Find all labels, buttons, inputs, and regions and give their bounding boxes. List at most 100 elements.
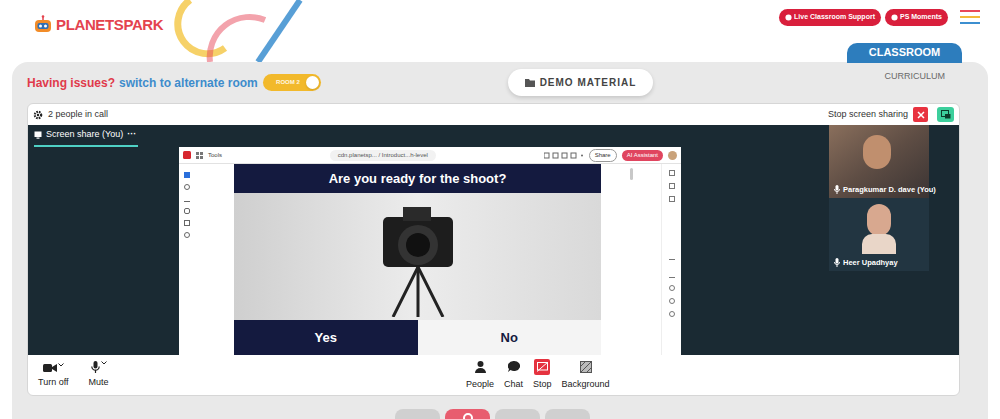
- icon-box: [534, 359, 550, 375]
- toolbar-button[interactable]: [395, 409, 440, 419]
- header: PLANETSPARK Live Classroom Support PS Mo…: [0, 0, 1000, 62]
- camera-icon: [363, 197, 473, 317]
- call-panel: 2 people in call Stop screen sharing Scr…: [27, 103, 960, 396]
- layout-button[interactable]: [937, 107, 954, 122]
- shape-tool-icon[interactable]: [184, 208, 190, 214]
- ai-assistant-button[interactable]: AI Assistant: [622, 150, 663, 161]
- people-count: 2 people in call: [48, 108, 108, 122]
- ps-moments-button[interactable]: PS Moments: [885, 9, 948, 26]
- participant-tile: Paragkumar D. dave (You): [829, 125, 929, 198]
- folder-icon: [525, 78, 535, 87]
- live-support-button[interactable]: Live Classroom Support: [779, 9, 881, 26]
- toggle-label: ROOM 2: [272, 78, 304, 87]
- pen-tool-icon[interactable]: [184, 196, 190, 202]
- stop-sharing-button[interactable]: [913, 107, 928, 122]
- person-icon: [475, 361, 486, 373]
- stop-sharing-label: Stop screen sharing: [828, 108, 908, 122]
- close-icon: [917, 111, 925, 119]
- scrollbar[interactable]: [630, 168, 633, 180]
- control-label: Stop: [533, 378, 552, 392]
- control-label: Background: [562, 378, 610, 392]
- video-body: [862, 234, 896, 254]
- participant-name: Heer Upadhyay: [843, 257, 898, 268]
- side-tool-icon[interactable]: [669, 183, 675, 189]
- microphone-icon: [91, 361, 100, 373]
- main-panel: Having issues? switch to alternate room …: [12, 62, 988, 419]
- answer-button[interactable]: No: [418, 320, 602, 355]
- button-label: DEMO MATERIAL: [540, 75, 637, 90]
- side-tool-icon[interactable]: [669, 196, 675, 202]
- background-icon: [580, 361, 592, 373]
- answer-label: Yes: [315, 328, 337, 348]
- video-face: [867, 204, 891, 236]
- room-toggle[interactable]: ROOM 2: [263, 74, 321, 91]
- screen-icon: [34, 131, 42, 139]
- curriculum-tab[interactable]: CURRICULUM: [885, 62, 974, 84]
- chat-button[interactable]: Chat: [504, 359, 523, 392]
- background-button[interactable]: Background: [562, 359, 610, 392]
- grid-icon: [196, 152, 203, 159]
- menu-icon[interactable]: [960, 9, 980, 25]
- toolbar-button[interactable]: [445, 409, 490, 419]
- slide: Are you ready for the shoot?: [234, 164, 601, 355]
- icon-box: [506, 359, 522, 375]
- tab-label: Screen share (You): [46, 128, 123, 142]
- text-tool-icon[interactable]: [184, 220, 190, 226]
- toolbar-button[interactable]: [495, 409, 540, 419]
- acrobat-icon: [183, 151, 191, 159]
- page-up-icon[interactable]: [669, 259, 675, 265]
- robot-icon: [33, 15, 53, 35]
- camera-button[interactable]: Turn off: [38, 363, 69, 390]
- video-stage: Screen share (You) ··· Tools cdn.planets…: [28, 125, 959, 355]
- participant-name: Paragkumar D. dave (You): [843, 184, 936, 195]
- screen-share-tab[interactable]: Screen share (You) ···: [34, 128, 138, 147]
- switch-room-link[interactable]: switch to alternate room: [119, 74, 258, 92]
- select-tool-icon[interactable]: [184, 172, 190, 178]
- gear-icon[interactable]: [33, 110, 43, 120]
- video-face: [863, 135, 891, 169]
- mic-icon[interactable]: [834, 258, 840, 267]
- mic-icon[interactable]: [834, 185, 840, 194]
- icon-box: [578, 359, 594, 375]
- camera-photo: [234, 193, 601, 320]
- demo-material-button[interactable]: DEMO MATERIAL: [508, 69, 653, 96]
- page-down-icon[interactable]: [669, 272, 675, 278]
- zoom-in-icon[interactable]: [669, 298, 675, 304]
- support-icon: [785, 14, 792, 21]
- zoom-tool-icon[interactable]: [184, 184, 190, 190]
- issue-text: Having issues?: [27, 74, 115, 92]
- shared-screen: Tools cdn.planetsp... / Introduct...h-le…: [179, 147, 681, 355]
- tools-menu[interactable]: Tools: [208, 151, 222, 160]
- participant-tile: Heer Upadhyay: [829, 198, 929, 271]
- side-tool-icon[interactable]: [669, 170, 675, 176]
- answer-button[interactable]: Yes: [234, 320, 418, 355]
- mute-button[interactable]: Mute: [89, 361, 109, 390]
- refresh-icon[interactable]: [669, 285, 675, 291]
- chevron-icon[interactable]: [101, 361, 107, 365]
- slide-title: Are you ready for the shoot?: [329, 169, 507, 189]
- stop-share-button[interactable]: Stop: [533, 359, 552, 392]
- people-button[interactable]: People: [466, 359, 494, 392]
- decoration-icon: [170, 0, 320, 62]
- address-bar[interactable]: cdn.planetsp... / Introduct...h-level: [330, 150, 436, 161]
- toolbar-icon[interactable]: [544, 152, 584, 159]
- zoom-out-icon[interactable]: [669, 311, 675, 317]
- control-label: People: [466, 378, 494, 392]
- control-bar: Turn off Mute People: [28, 355, 959, 395]
- window-icon: [941, 110, 951, 119]
- chevron-icon[interactable]: [58, 363, 64, 367]
- stamp-tool-icon[interactable]: [184, 232, 190, 238]
- classroom-tab[interactable]: CLASSROOM: [847, 43, 962, 63]
- more-button[interactable]: ···: [127, 128, 136, 142]
- answer-label: No: [501, 328, 518, 348]
- button-label: PS Moments: [900, 12, 942, 23]
- share-button[interactable]: Share: [589, 149, 617, 162]
- logo-text: PLANETSPARK: [56, 15, 163, 35]
- control-label: Mute: [89, 376, 109, 390]
- chat-icon: [508, 361, 520, 372]
- toggle-knob: [306, 76, 319, 89]
- logo[interactable]: PLANETSPARK: [0, 0, 163, 62]
- camera-icon: [43, 363, 57, 373]
- avatar-icon[interactable]: [668, 151, 677, 160]
- toolbar-button[interactable]: [545, 409, 590, 419]
